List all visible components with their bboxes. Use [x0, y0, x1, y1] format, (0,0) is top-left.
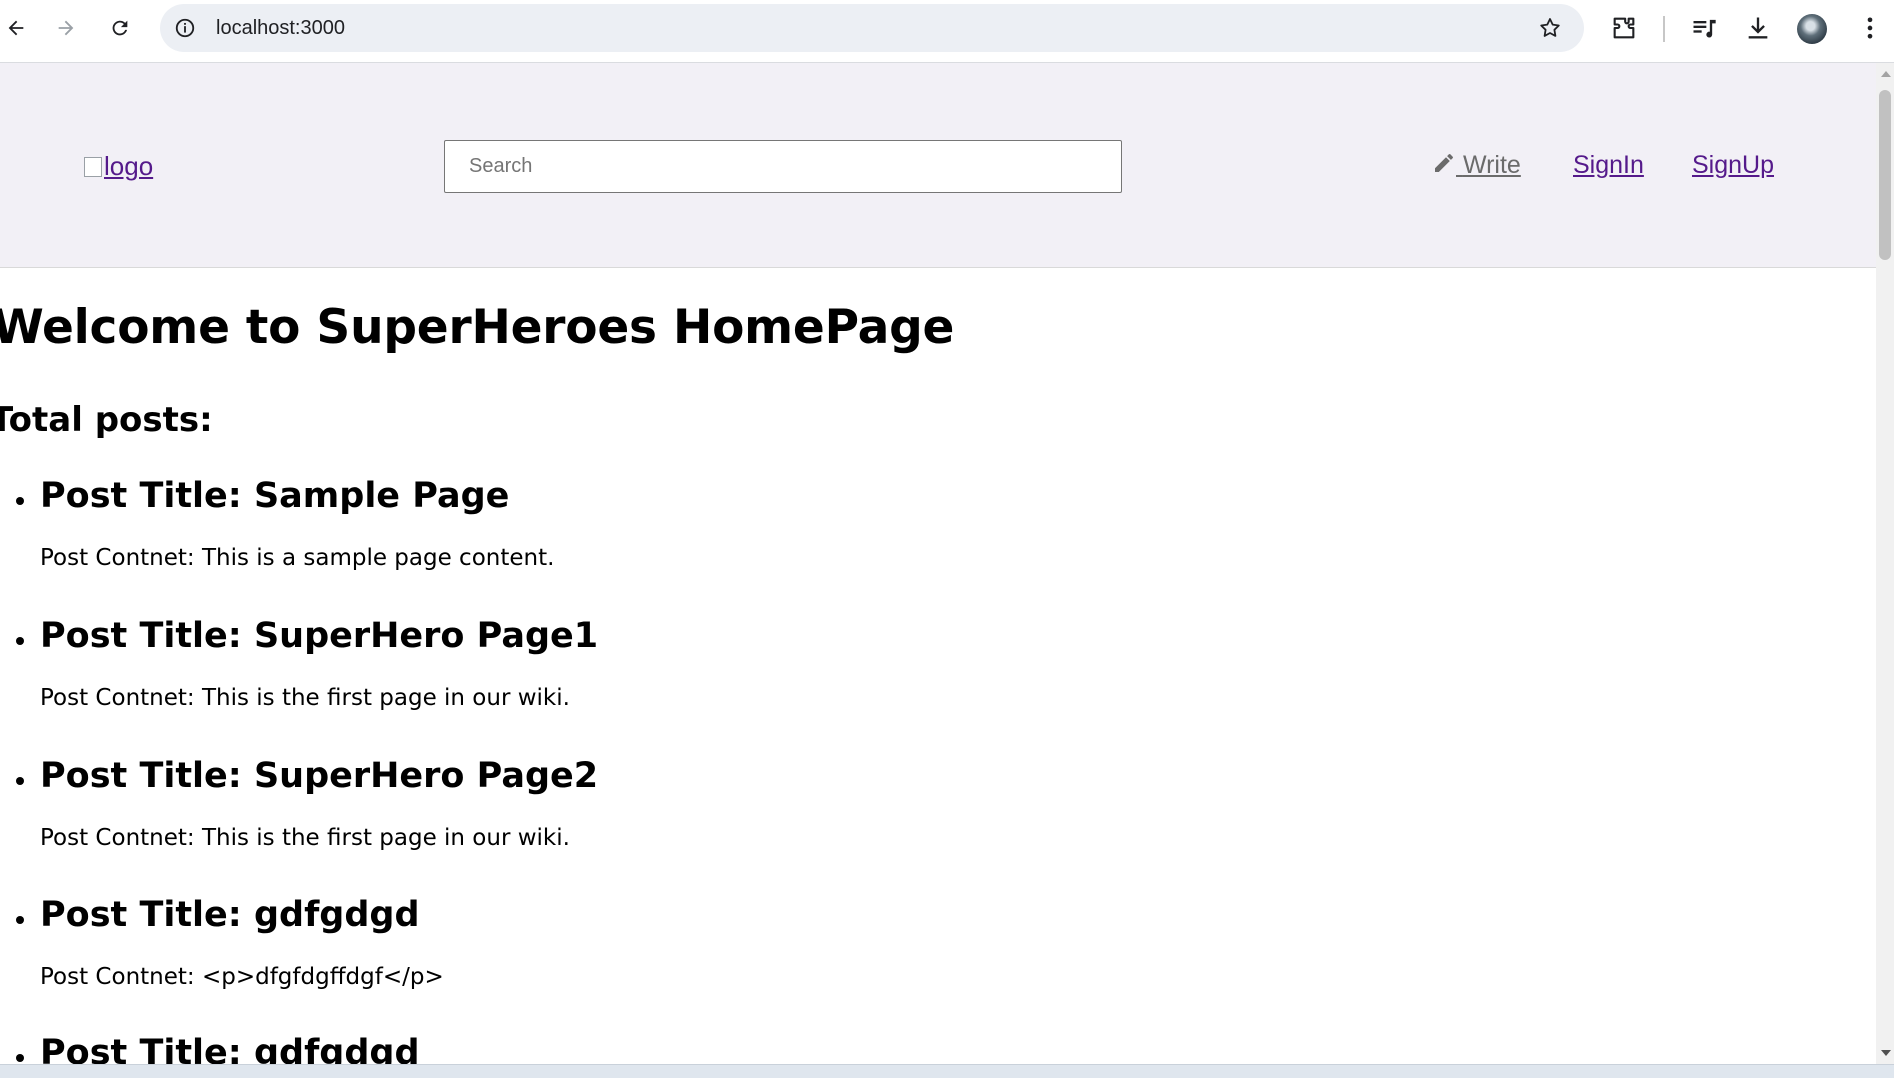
menu-kebab-icon[interactable] — [1856, 14, 1884, 42]
download-icon[interactable] — [1744, 14, 1772, 42]
forward-button[interactable] — [50, 12, 82, 44]
reload-button[interactable] — [104, 12, 136, 44]
logo-link[interactable]: logo — [84, 151, 153, 182]
browser-toolbar: localhost:3000 — [0, 0, 1894, 63]
arrow-right-icon — [58, 20, 74, 36]
back-button[interactable] — [0, 12, 32, 44]
address-bar[interactable]: localhost:3000 — [160, 4, 1584, 52]
extensions-puzzle-icon[interactable] — [1610, 14, 1638, 42]
scroll-down-arrow-icon[interactable] — [1881, 1050, 1891, 1056]
scrollbar-thumb[interactable] — [1879, 90, 1891, 260]
search-input[interactable] — [444, 140, 1122, 193]
post-title: Post Title: SuperHero Page1 — [15, 616, 599, 656]
page-viewport: logo Write SignIn SignUp Welcome to Supe… — [0, 63, 1876, 1064]
arrow-left-icon — [8, 20, 24, 36]
bookmark-star-icon[interactable] — [1538, 16, 1562, 40]
page-title: Welcome to SuperHeroes HomePage — [0, 300, 955, 355]
site-header: logo Write SignIn SignUp — [0, 63, 1876, 268]
toolbar-divider — [1663, 16, 1665, 42]
scroll-up-arrow-icon[interactable] — [1881, 71, 1891, 77]
site-info-icon[interactable] — [174, 17, 196, 39]
media-control-icon[interactable] — [1690, 14, 1718, 42]
write-link-label: Write — [1462, 151, 1521, 179]
total-posts-label: Total posts: — [0, 400, 213, 440]
signin-link[interactable]: SignIn — [1573, 151, 1644, 180]
post-title: Post Title: Sample Page — [15, 476, 510, 516]
write-link[interactable]: Write — [1432, 151, 1521, 180]
reload-icon — [112, 20, 128, 36]
profile-avatar[interactable] — [1797, 14, 1827, 44]
url-text[interactable]: localhost:3000 — [216, 4, 345, 52]
post-content: Post Contnet: This is the first page in … — [40, 825, 570, 851]
broken-image-icon — [84, 157, 102, 177]
post-content: Post Contnet: This is a sample page cont… — [40, 545, 555, 571]
post-title: Post Title: gdfgdgd — [16, 1033, 420, 1064]
pencil-icon — [1435, 154, 1453, 172]
post-content: Post Contnet: <p>dfgfdgffdgf</p> — [40, 964, 444, 990]
vertical-scrollbar[interactable] — [1876, 63, 1894, 1064]
post-title: Post Title: SuperHero Page2 — [15, 756, 599, 796]
post-content: Post Contnet: This is the first page in … — [40, 685, 570, 711]
logo-alt-text: logo — [104, 151, 154, 181]
signup-link[interactable]: SignUp — [1692, 151, 1774, 180]
os-taskbar — [0, 1064, 1894, 1078]
post-title: Post Title: gdfgdgd — [16, 895, 420, 935]
